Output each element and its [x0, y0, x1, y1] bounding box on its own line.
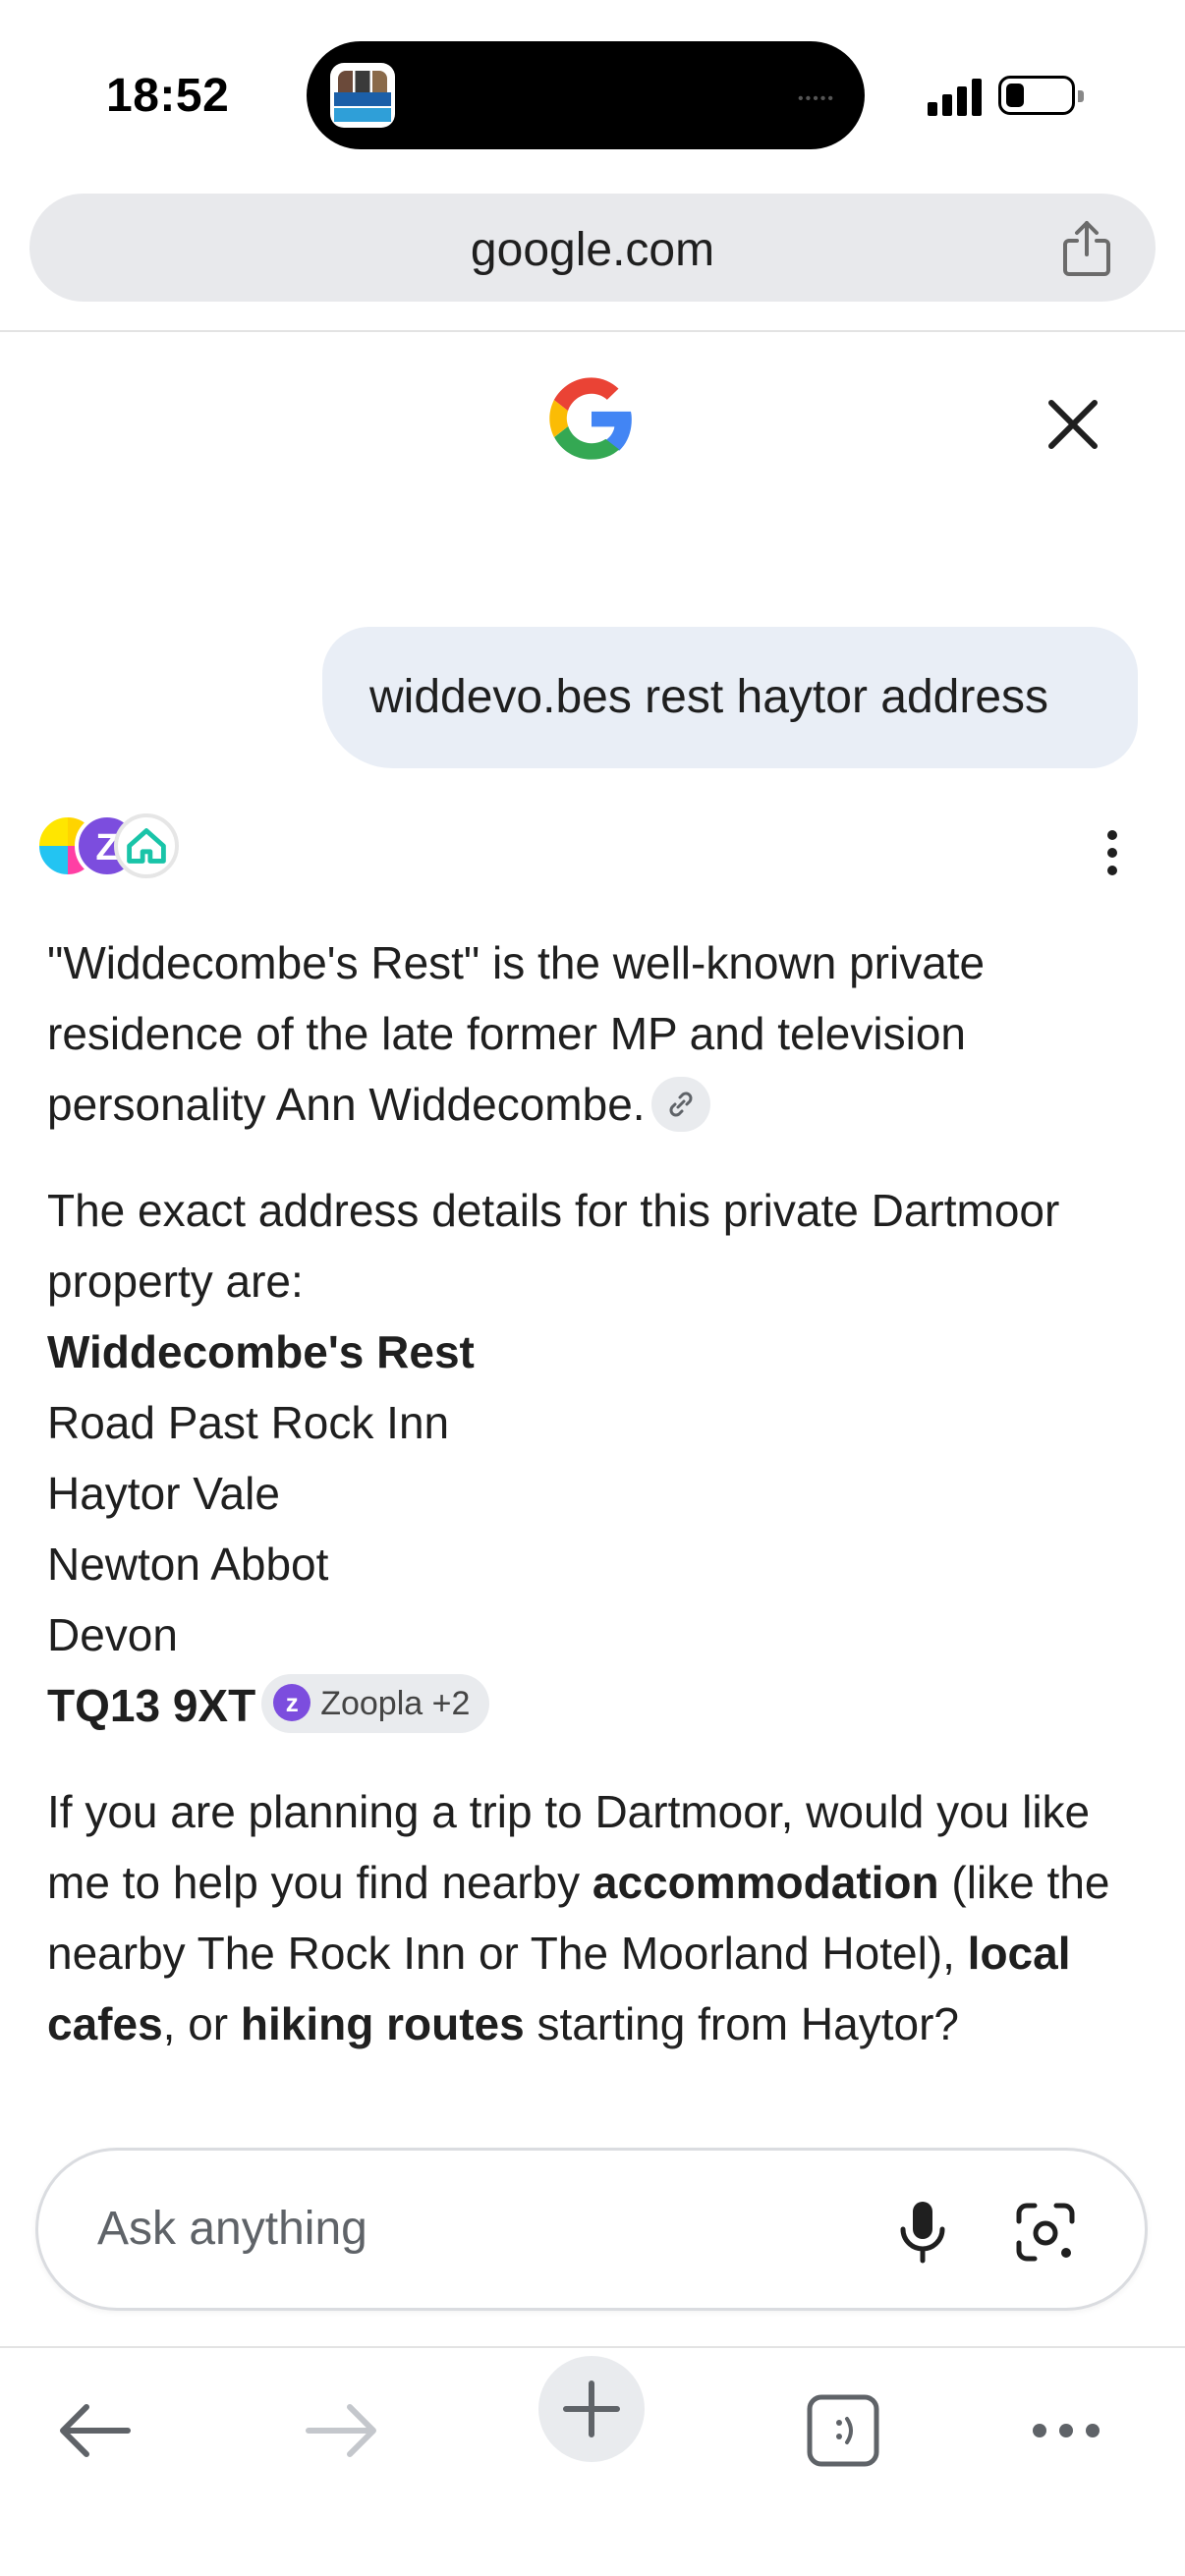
divider: [0, 2346, 1185, 2348]
zoopla-icon: z: [273, 1683, 311, 1721]
sources-stack[interactable]: Z: [35, 813, 183, 882]
mic-icon[interactable]: [893, 2198, 952, 2267]
address-line: Newton Abbot: [47, 1539, 329, 1590]
url-text[interactable]: google.com: [29, 223, 1156, 277]
answer-intro-text: "Widdecombe's Rest" is the well-known pr…: [47, 937, 986, 1130]
followup-text: , or: [162, 1998, 241, 2049]
ai-answer: "Widdecombe's Rest" is the well-known pr…: [47, 927, 1148, 2059]
close-icon[interactable]: [1032, 383, 1114, 466]
news-agents-podcast-icon: [330, 63, 395, 128]
address-bar[interactable]: google.com: [29, 194, 1156, 302]
answer-address-intro: The exact address details for this priva…: [47, 1185, 1060, 1307]
followup-text: starting from Haytor?: [524, 1998, 959, 2049]
link-icon: [669, 1092, 693, 1117]
source-chip-label: Zoopla +2: [320, 1684, 471, 1722]
link-chip[interactable]: [650, 1076, 710, 1132]
address-name: Widdecombe's Rest: [47, 1326, 475, 1377]
audio-wave-icon: •••••: [797, 90, 835, 107]
followup-bold: hiking routes: [240, 1998, 525, 2049]
more-vert-icon[interactable]: [1091, 823, 1134, 882]
ask-placeholder[interactable]: Ask anything: [97, 2202, 367, 2256]
dynamic-island[interactable]: •••••: [307, 41, 865, 149]
address-line: Road Past Rock Inn: [47, 1397, 450, 1448]
more-horiz-icon[interactable]: [1022, 2372, 1110, 2490]
answer-paragraph: "Widdecombe's Rest" is the well-known pr…: [47, 927, 1148, 1140]
battery-icon: [998, 76, 1084, 115]
home-icon: [114, 813, 179, 878]
new-tab-button[interactable]: [538, 2356, 645, 2462]
user-query-text: widdevo.bes rest haytor address: [369, 671, 1049, 723]
address-line: Devon: [47, 1609, 178, 1660]
back-arrow-icon[interactable]: [49, 2372, 138, 2490]
answer-followup: If you are planning a trip to Dartmoor, …: [47, 1776, 1148, 2059]
forward-arrow-icon[interactable]: [299, 2372, 387, 2490]
status-time: 18:52: [106, 70, 230, 122]
share-icon[interactable]: [1059, 219, 1114, 278]
scroll-fade: [0, 2044, 1185, 2122]
tabs-icon[interactable]: [800, 2372, 888, 2490]
source-chip-zoopla[interactable]: z Zoopla +2: [261, 1673, 490, 1733]
plus-icon: [563, 2380, 620, 2437]
status-bar: 18:52 •••••: [0, 0, 1185, 187]
user-query-bubble: widdevo.bes rest haytor address: [322, 627, 1138, 768]
answer-paragraph: The exact address details for this priva…: [47, 1175, 1148, 1316]
address-line: Haytor Vale: [47, 1468, 280, 1519]
cellular-signal-icon: [928, 77, 983, 116]
google-g-icon: [549, 377, 632, 460]
address-postcode: TQ13 9XT: [47, 1680, 256, 1731]
ask-input[interactable]: Ask anything: [35, 2148, 1148, 2311]
followup-bold: accommodation: [592, 1857, 939, 1908]
divider: [0, 330, 1185, 332]
google-lens-icon[interactable]: [1011, 2198, 1080, 2267]
